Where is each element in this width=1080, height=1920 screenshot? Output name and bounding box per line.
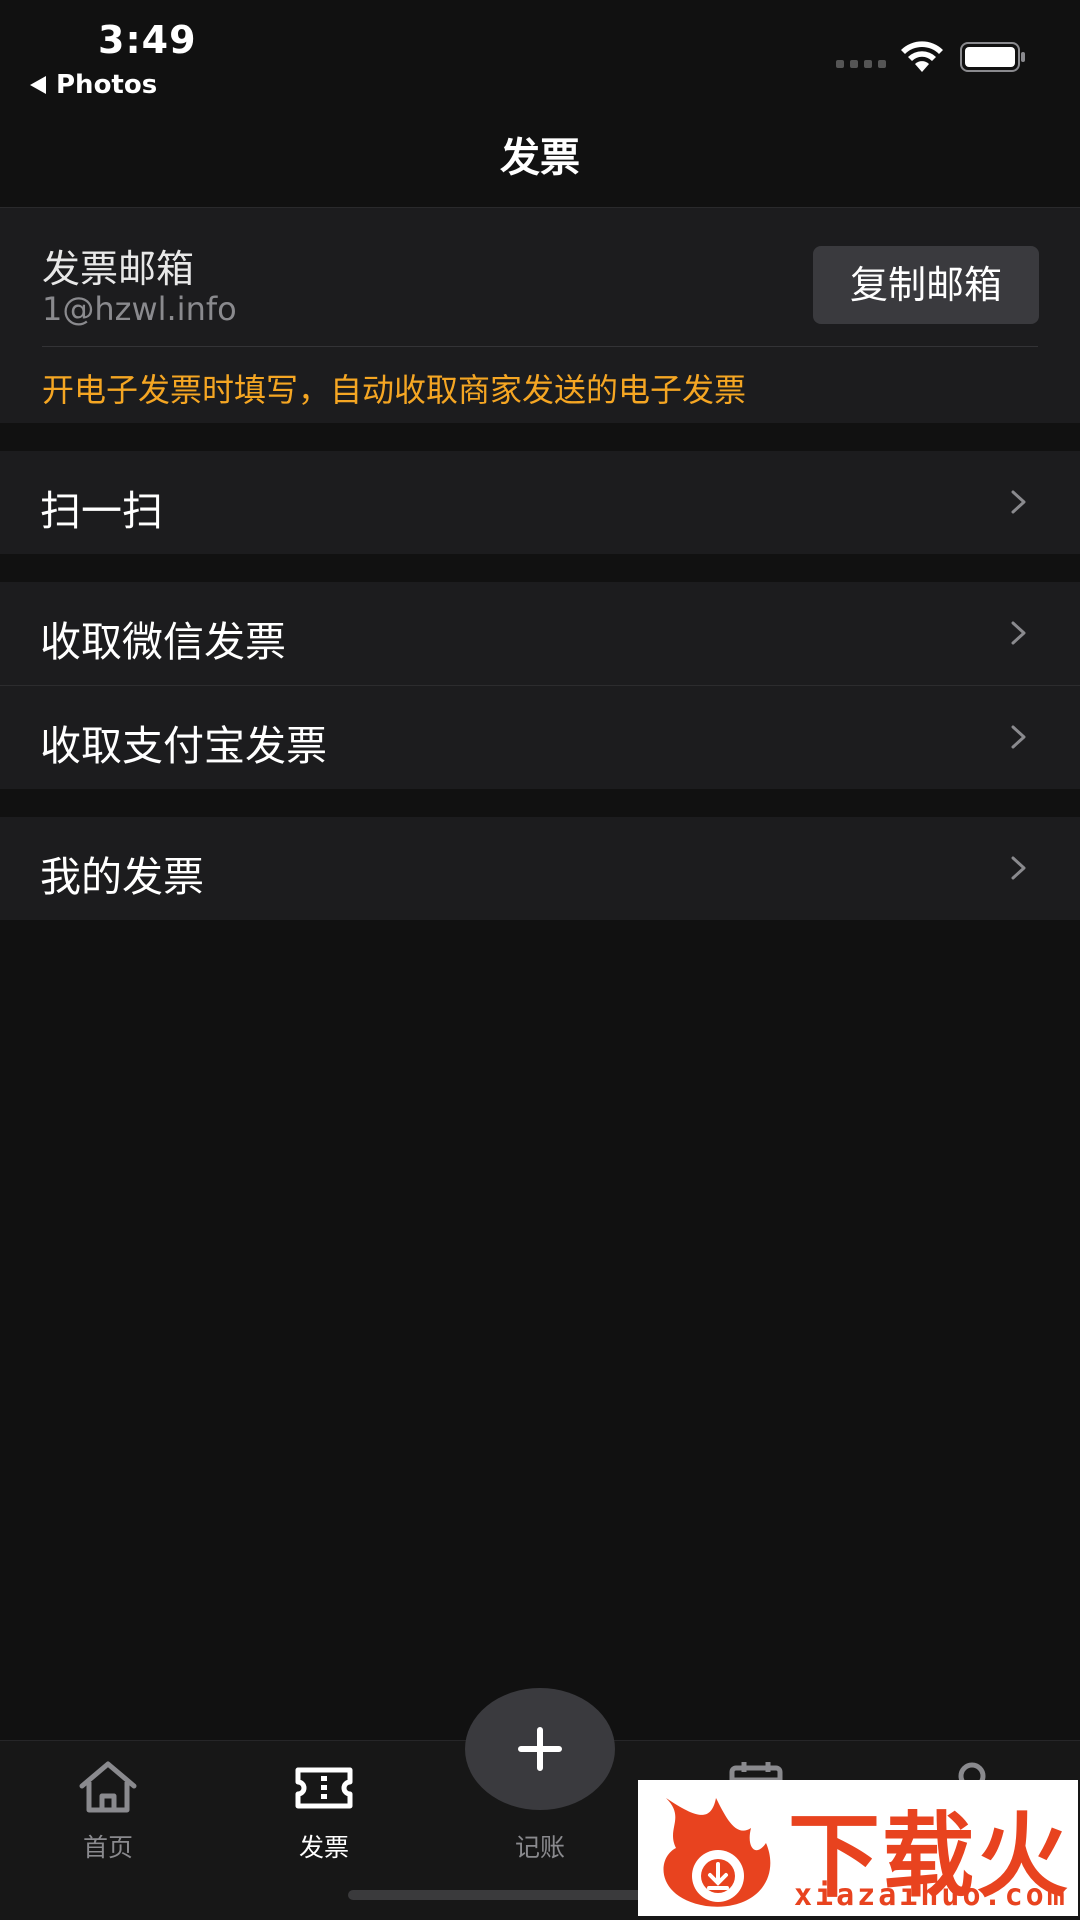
wifi-icon <box>901 41 943 72</box>
menu-item-label: 收取微信发票 <box>40 618 286 666</box>
watermark-logo: 下载火 xiazaihuo.com <box>638 1780 1078 1916</box>
flame-logo-icon <box>663 1798 771 1907</box>
menu-item-label: 扫一扫 <box>40 487 163 535</box>
watermark-url: xiazaihuo.com <box>794 1878 1068 1913</box>
menu-item-wechat-invoice[interactable]: 收取微信发票 <box>0 582 1080 685</box>
chevron-right-icon <box>1011 856 1026 880</box>
email-label: 发票邮箱 <box>42 247 195 291</box>
status-time: 3:49 <box>98 18 197 62</box>
cellular-signal-icon <box>836 60 886 68</box>
ticket-icon <box>295 1767 353 1809</box>
email-hint: 开电子发票时填写，自动收取商家发送的电子发票 <box>42 371 747 409</box>
back-app-label: Photos <box>56 70 158 100</box>
home-icon <box>79 1761 137 1813</box>
status-bar: 3:49 Photos <box>0 0 1080 110</box>
battery-icon <box>960 42 1025 72</box>
divider <box>42 346 1038 347</box>
chevron-right-icon <box>1011 490 1026 514</box>
tab-label: 首页 <box>82 1833 133 1862</box>
tab-invoice[interactable]: 发票 <box>254 1758 394 1864</box>
menu-item-label: 收取支付宝发票 <box>40 722 327 770</box>
tab-home[interactable]: 首页 <box>38 1758 178 1864</box>
back-triangle-icon <box>30 76 46 94</box>
copy-email-button[interactable]: 复制邮箱 <box>813 246 1039 324</box>
email-address: 1@hzwl.info <box>42 290 237 328</box>
menu-item-alipay-invoice[interactable]: 收取支付宝发票 <box>0 686 1080 789</box>
tab-label: 发票 <box>298 1833 349 1862</box>
page-title: 发票 <box>500 135 580 181</box>
back-to-photos-link[interactable]: Photos <box>30 70 157 100</box>
tab-bookkeeping[interactable]: 记账 <box>470 1758 610 1864</box>
tab-label: 记账 <box>514 1833 565 1862</box>
menu-item-label: 我的发票 <box>40 853 204 901</box>
menu-item-scan[interactable]: 扫一扫 <box>0 451 1080 554</box>
invoice-email-card: 发票邮箱 1@hzwl.info 复制邮箱 开电子发票时填写，自动收取商家发送的… <box>0 207 1080 423</box>
menu-item-my-invoices[interactable]: 我的发票 <box>0 817 1080 920</box>
chevron-right-icon <box>1011 621 1026 645</box>
chevron-right-icon <box>1011 725 1026 749</box>
